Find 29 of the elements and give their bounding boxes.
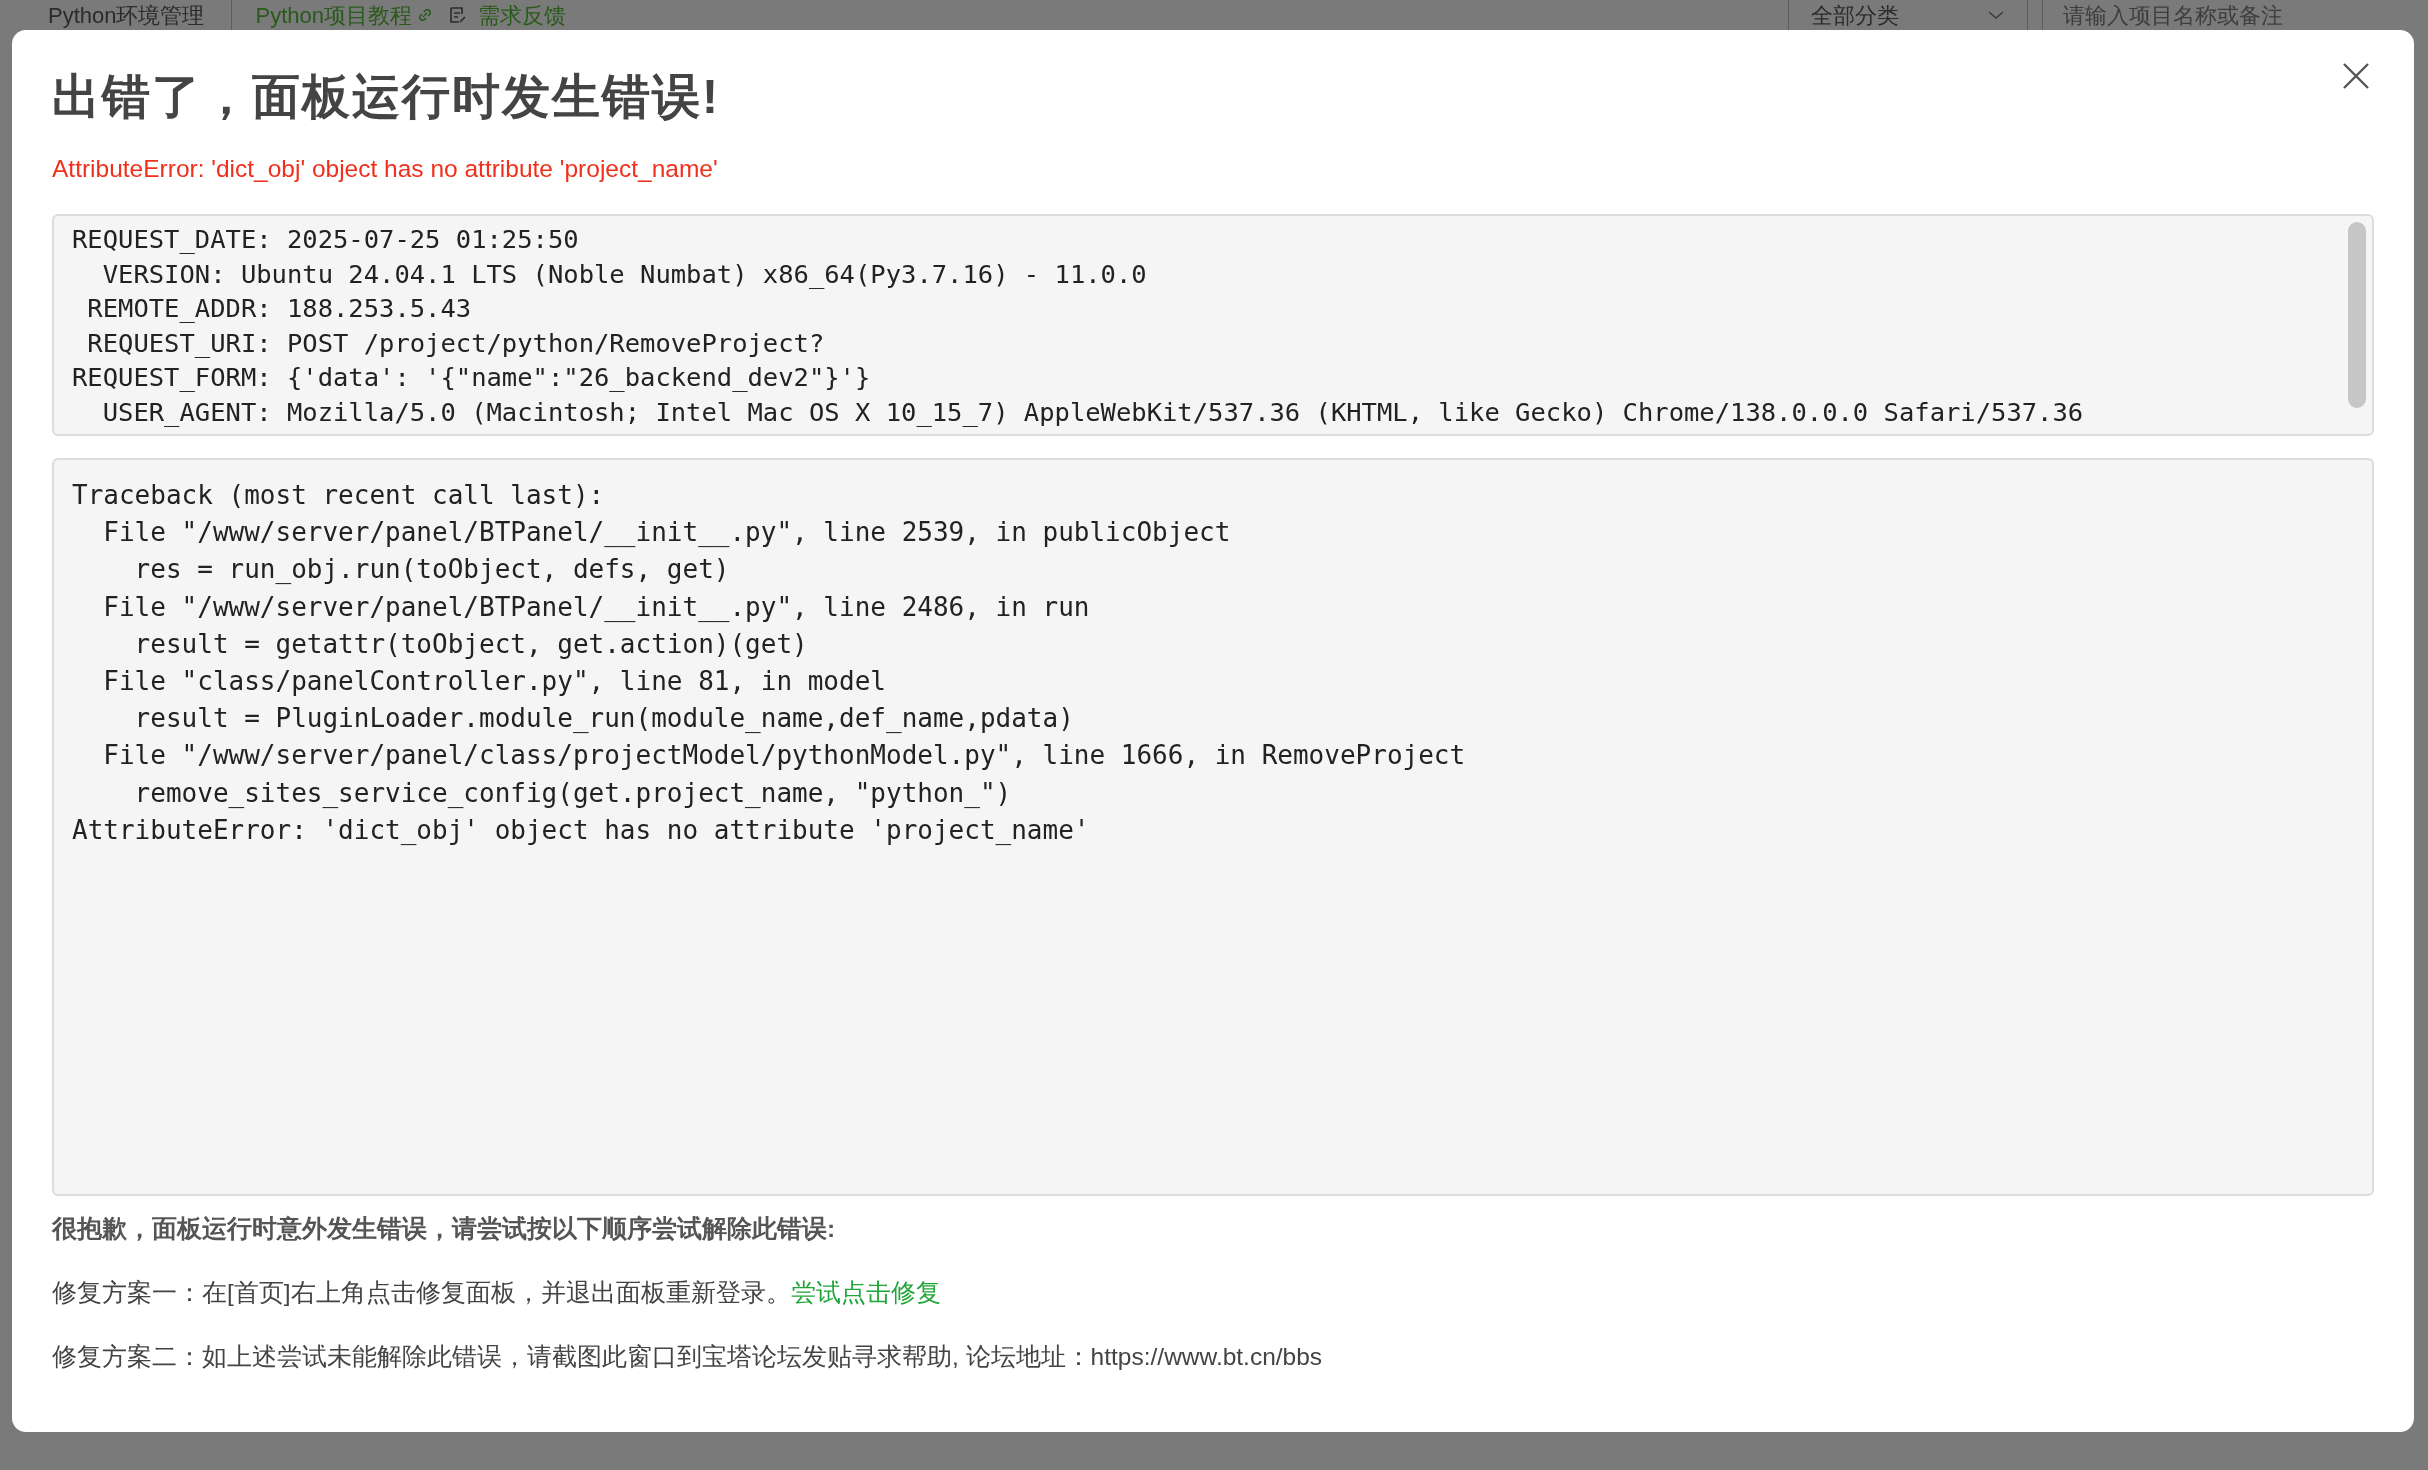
code-line: USER_AGENT: Mozilla/5.0 (Macintosh; Intel Mac OS X 10_15_7) AppleWebKit/537.36 (KHTML, like Gecko) Chrome/138.0.0.0 Safari/537.36 xyxy=(101,395,2084,429)
error-message: AttributeError: 'dict_obj' object has no attribute 'project_name' xyxy=(52,154,718,184)
code-line: AttributeError: 'dict_obj' object has no attribute 'project_name' xyxy=(72,813,1090,847)
chevron-down-icon xyxy=(1987,10,2005,20)
scrollbar-thumb[interactable] xyxy=(2348,222,2366,408)
code-line: File "/www/server/panel/class/projectModel/pythonModel.py", line 1666, in RemoveProject xyxy=(102,739,1466,773)
link-icon xyxy=(416,6,434,24)
dialog-title: 出错了，面板运行时发生错误! xyxy=(52,69,720,125)
fix-text: 修复方案二：如上述尝试未能解除此错误，请截图此窗口到宝塔论坛发贴寻求帮助, 论坛地址：https://www.bt.cn/bbs xyxy=(52,1342,1323,1372)
code-line: REQUEST_FORM: {'data': '{"name":"26_backend_dev2"}'} xyxy=(72,361,871,394)
code-line: REQUEST_DATE: 2025-07-25 01:25:50 xyxy=(72,223,579,256)
code-line: REQUEST_URI: POST /project/python/RemoveProject? xyxy=(86,326,825,360)
code-line: File "/www/server/panel/BTPanel/__init__.py", line 2486, in run xyxy=(102,590,1090,624)
code-line: File "class/panelController.py", line 81, in model xyxy=(102,665,886,698)
tab[interactable]: 需求反馈 xyxy=(468,0,576,32)
search-field[interactable]: 请输入项目名称或备注 xyxy=(2042,0,2428,30)
code-line: File "/www/server/panel/BTPanel/__init__.py", line 2539, in publicObject xyxy=(102,516,1231,550)
repair-link[interactable]: 尝试点击修复 xyxy=(790,1279,941,1306)
code-line: remove_sites_service_config(get.project_name, "python_") xyxy=(133,776,1012,810)
code-line: Traceback (most recent call last): xyxy=(72,479,605,512)
code-line: result = getattr(toObject, get.action)(get) xyxy=(133,627,808,661)
code-line: REMOTE_ADDR: 188.253.5.43 xyxy=(86,292,472,325)
code-line: result = PluginLoader.module_run(module_name,def_name,pdata) xyxy=(133,702,1074,736)
fix-text: 修复方案一：在[首页]右上角点击修复面板，并退出面板重新登录。尝试点击修复 xyxy=(52,1278,941,1308)
edit-icon xyxy=(448,5,468,25)
apology-text: 很抱歉，面板运行时意外发生错误，请尝试按以下顺序尝试解除此错误: xyxy=(52,1214,836,1244)
code-line: VERSION: Ubuntu 24.04.1 LTS (Noble Numbat) x86_64(Py3.7.16) - 11.0.0 xyxy=(101,257,1147,291)
code-line: res = run_obj.run(toObject, defs, get) xyxy=(133,553,730,587)
tab[interactable]: Python项目教程 xyxy=(231,0,416,32)
